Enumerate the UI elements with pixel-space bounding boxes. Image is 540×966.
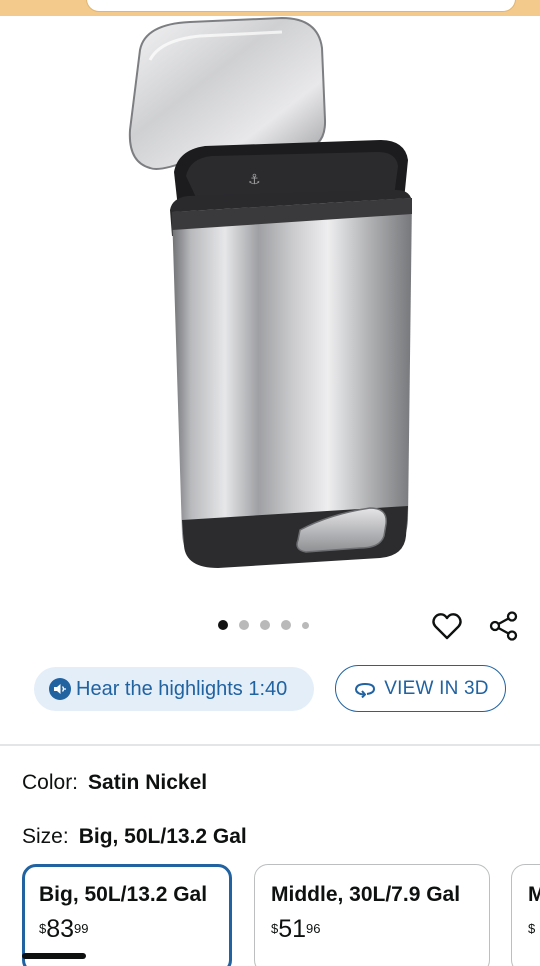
size-option-price: $ 83 99 [39,915,89,943]
hear-highlights-button[interactable]: Hear the highlights 1:40 [34,667,314,711]
color-attribute: Color: Satin Nickel [22,771,207,795]
hear-highlights-label: Hear the highlights 1:40 [76,677,288,700]
size-option-price: $ [528,921,536,936]
carousel-dot-3[interactable] [260,620,270,630]
wishlist-button[interactable] [431,610,463,642]
rotate-3d-icon [355,682,376,698]
svg-text:⚓: ⚓ [248,172,261,188]
color-value: Satin Nickel [88,771,208,794]
size-option-middle[interactable]: Middle, 30L/7.9 Gal $ 51 96 [254,864,490,966]
carousel-dot-1[interactable] [218,620,228,630]
view-in-3d-button[interactable]: VIEW IN 3D [335,665,506,712]
size-option-name: M [528,883,540,907]
size-value: Big, 50L/13.2 Gal [78,825,247,848]
size-attribute: Size: Big, 50L/13.2 Gal [22,825,247,849]
size-option-big[interactable]: Big, 50L/13.2 Gal $ 83 99 [22,864,232,966]
size-label: Size: [22,825,69,848]
size-option-partial[interactable]: M $ [511,864,540,966]
image-carousel-dots[interactable] [218,620,309,630]
carousel-dot-4[interactable] [281,620,291,630]
speaker-icon [49,678,71,700]
selected-indicator [22,953,86,959]
search-bar[interactable] [86,0,516,12]
section-divider [0,744,540,746]
color-label: Color: [22,771,79,794]
carousel-dot-2[interactable] [239,620,249,630]
share-icon [489,611,518,641]
size-option-name: Middle, 30L/7.9 Gal [271,883,461,906]
size-option-price: $ 51 96 [271,915,321,943]
heart-icon [432,613,462,640]
size-option-name: Big, 50L/13.2 Gal [39,883,208,906]
view-in-3d-label: VIEW IN 3D [384,677,489,699]
share-button[interactable] [488,610,520,642]
carousel-dot-5[interactable] [302,621,309,629]
product-image[interactable]: ⚓ [0,16,540,610]
